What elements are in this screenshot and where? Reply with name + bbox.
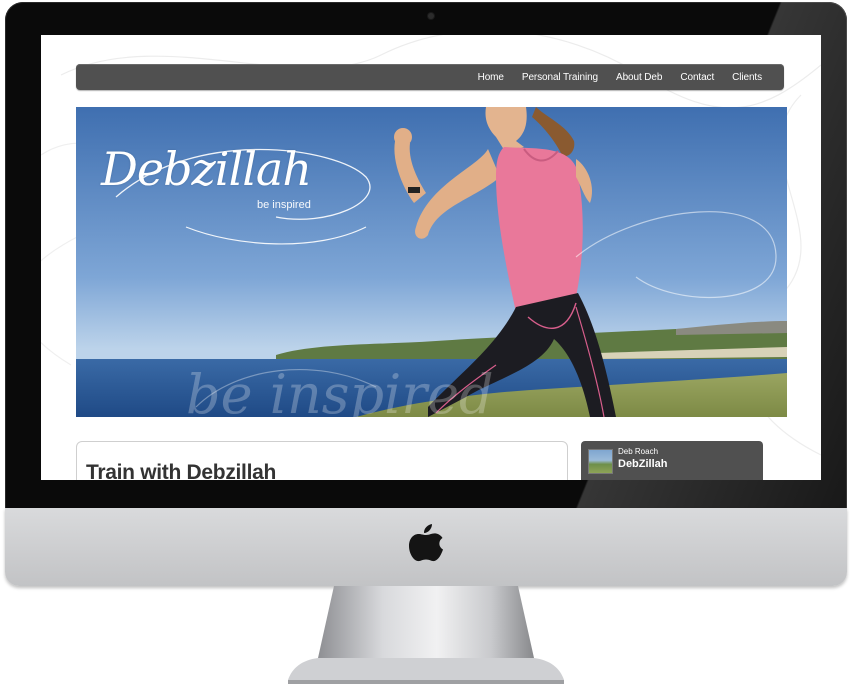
monitor-bezel: Home Personal Training About Deb Contact… — [5, 2, 847, 510]
nav-item-clients[interactable]: Clients — [732, 72, 762, 83]
nav-item-contact[interactable]: Contact — [680, 72, 714, 83]
camera-icon — [428, 13, 434, 19]
hero-banner: be inspired Debzillah be inspired — [76, 107, 787, 417]
main-navbar: Home Personal Training About Deb Contact… — [76, 64, 784, 90]
nav-item-about-deb[interactable]: About Deb — [616, 72, 662, 83]
profile-name: Deb Roach — [618, 447, 659, 456]
profile-widget[interactable]: Deb Roach DebZillah — [581, 441, 763, 480]
content-panel: Train with Debzillah — [76, 441, 568, 480]
profile-handle[interactable]: DebZillah — [618, 458, 668, 470]
site-logo[interactable]: Debzillah — [101, 142, 312, 196]
logo-tagline: be inspired — [257, 199, 311, 211]
apple-logo-icon — [409, 524, 443, 562]
nav-item-home[interactable]: Home — [478, 72, 504, 83]
monitor-stand — [288, 586, 564, 684]
website-screen: Home Personal Training About Deb Contact… — [41, 35, 821, 480]
hero-watermark: be inspired — [186, 363, 494, 417]
avatar — [588, 449, 613, 474]
nav-list: Home Personal Training About Deb Contact… — [460, 64, 763, 90]
page-title: Train with Debzillah — [86, 461, 277, 480]
nav-item-personal-training[interactable]: Personal Training — [522, 72, 598, 83]
